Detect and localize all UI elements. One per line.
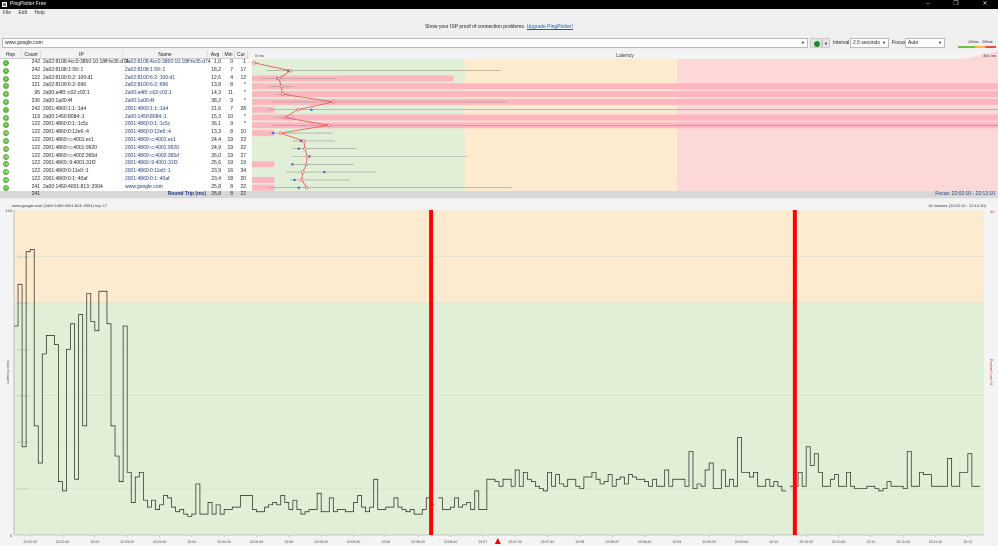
x-tick-label: 22:09 [672, 540, 681, 544]
x-tick-label: 22:08:20 [605, 540, 619, 544]
x-tick-label: 22:03:40 [153, 540, 167, 544]
y-max-label: 140 [5, 208, 12, 213]
x-tick-label: 22:04 [187, 540, 196, 544]
x-tick-label: 22:08:40 [638, 540, 652, 544]
x-tick-label: 22:05:20 [314, 540, 328, 544]
x-tick-label: 22:10:40 [832, 540, 846, 544]
x-tick-label: 22:05 [284, 540, 293, 544]
x-tick-label: 22:12 [963, 540, 972, 544]
x-tick-label: 22:11:20 [896, 540, 909, 544]
y-tick-label: 20 ms [17, 487, 27, 491]
x-tick-label: 22:03 [90, 540, 99, 544]
x-tick-label: 22:02:40 [56, 540, 70, 544]
chart-range-label: 10 minutes (22:02:10 - 22:12:10) [928, 203, 987, 208]
x-tick-label: 22:03:20 [120, 540, 134, 544]
chart-title: www.google.com (2a00:1450:4001:813::2004… [12, 203, 108, 208]
x-tick-label: 22:06:40 [444, 540, 458, 544]
x-tick-label: 22:10:20 [799, 540, 813, 544]
y-axis-label: Latency (ms) [5, 360, 10, 384]
x-tick-label: 22:07 [478, 540, 487, 544]
packet-loss-spike [792, 210, 797, 535]
y-tick-label: 120 ms [17, 255, 29, 259]
zone-good [14, 302, 984, 535]
y2-axis-label: Packet Loss % [989, 359, 994, 386]
x-tick-label: 22:09:20 [702, 540, 716, 544]
x-tick-label: 22:11:40 [929, 540, 942, 544]
x-tick-label: 22:07:20 [508, 540, 522, 544]
x-tick-label: 22:06:20 [411, 540, 425, 544]
x-tick-label: 22:11 [867, 540, 876, 544]
packet-loss-spike [429, 210, 434, 535]
x-tick-label: 22:09:40 [735, 540, 749, 544]
y-tick-label: 100 ms [17, 301, 29, 305]
x-tick-label: 22:05:40 [347, 540, 361, 544]
x-tick-label: 22:08 [575, 540, 584, 544]
x-tick-label: 22:04:40 [250, 540, 264, 544]
x-tick-label: 22:10 [769, 540, 778, 544]
x-tick-label: 22:07:40 [541, 540, 555, 544]
timeline-chart: 20 ms40 ms60 ms80 ms100 ms120 ms140030ww… [0, 200, 998, 546]
x-tick-label: 22:02:20 [23, 540, 37, 544]
x-tick-label: 22:04:20 [217, 540, 231, 544]
y2-max-label: 30 [990, 209, 995, 214]
x-tick-label: 22:06 [381, 540, 390, 544]
